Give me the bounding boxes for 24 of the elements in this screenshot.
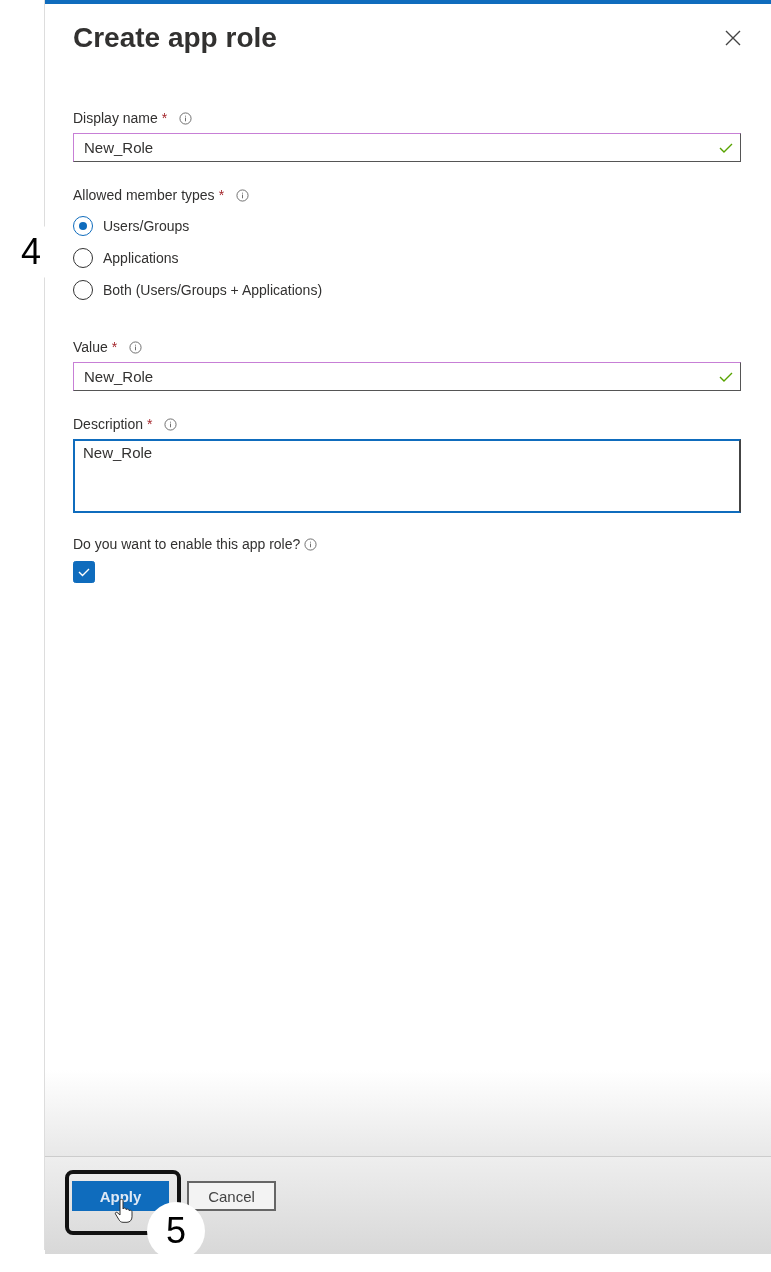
required-mark: * [161,110,168,126]
required-mark: * [218,187,225,203]
info-icon[interactable] [304,537,318,551]
close-icon[interactable] [725,30,741,46]
info-icon[interactable] [129,340,143,354]
cancel-button[interactable]: Cancel [187,1181,276,1211]
required-mark: * [111,339,118,355]
radio-label: Applications [103,250,179,266]
description-field[interactable]: New_Role [73,439,741,513]
radio-label: Both (Users/Groups + Applications) [103,282,323,298]
field-label: Value [73,339,108,355]
info-icon[interactable] [164,417,178,431]
field-label: Allowed member types [73,187,215,203]
radio-label: Users/Groups [103,218,190,234]
required-mark: * [147,416,153,432]
dialog-title: Create app role [73,22,277,54]
field-label: Do you want to enable this app role? [73,536,301,552]
field-label: Display name [73,110,158,126]
value-field[interactable]: New_Role [73,362,741,391]
checkbox[interactable] [73,561,95,583]
field-label: Description [73,416,144,432]
info-icon[interactable] [236,188,250,202]
info-icon[interactable] [179,111,193,125]
display-name-field[interactable]: New_Role [73,133,741,162]
